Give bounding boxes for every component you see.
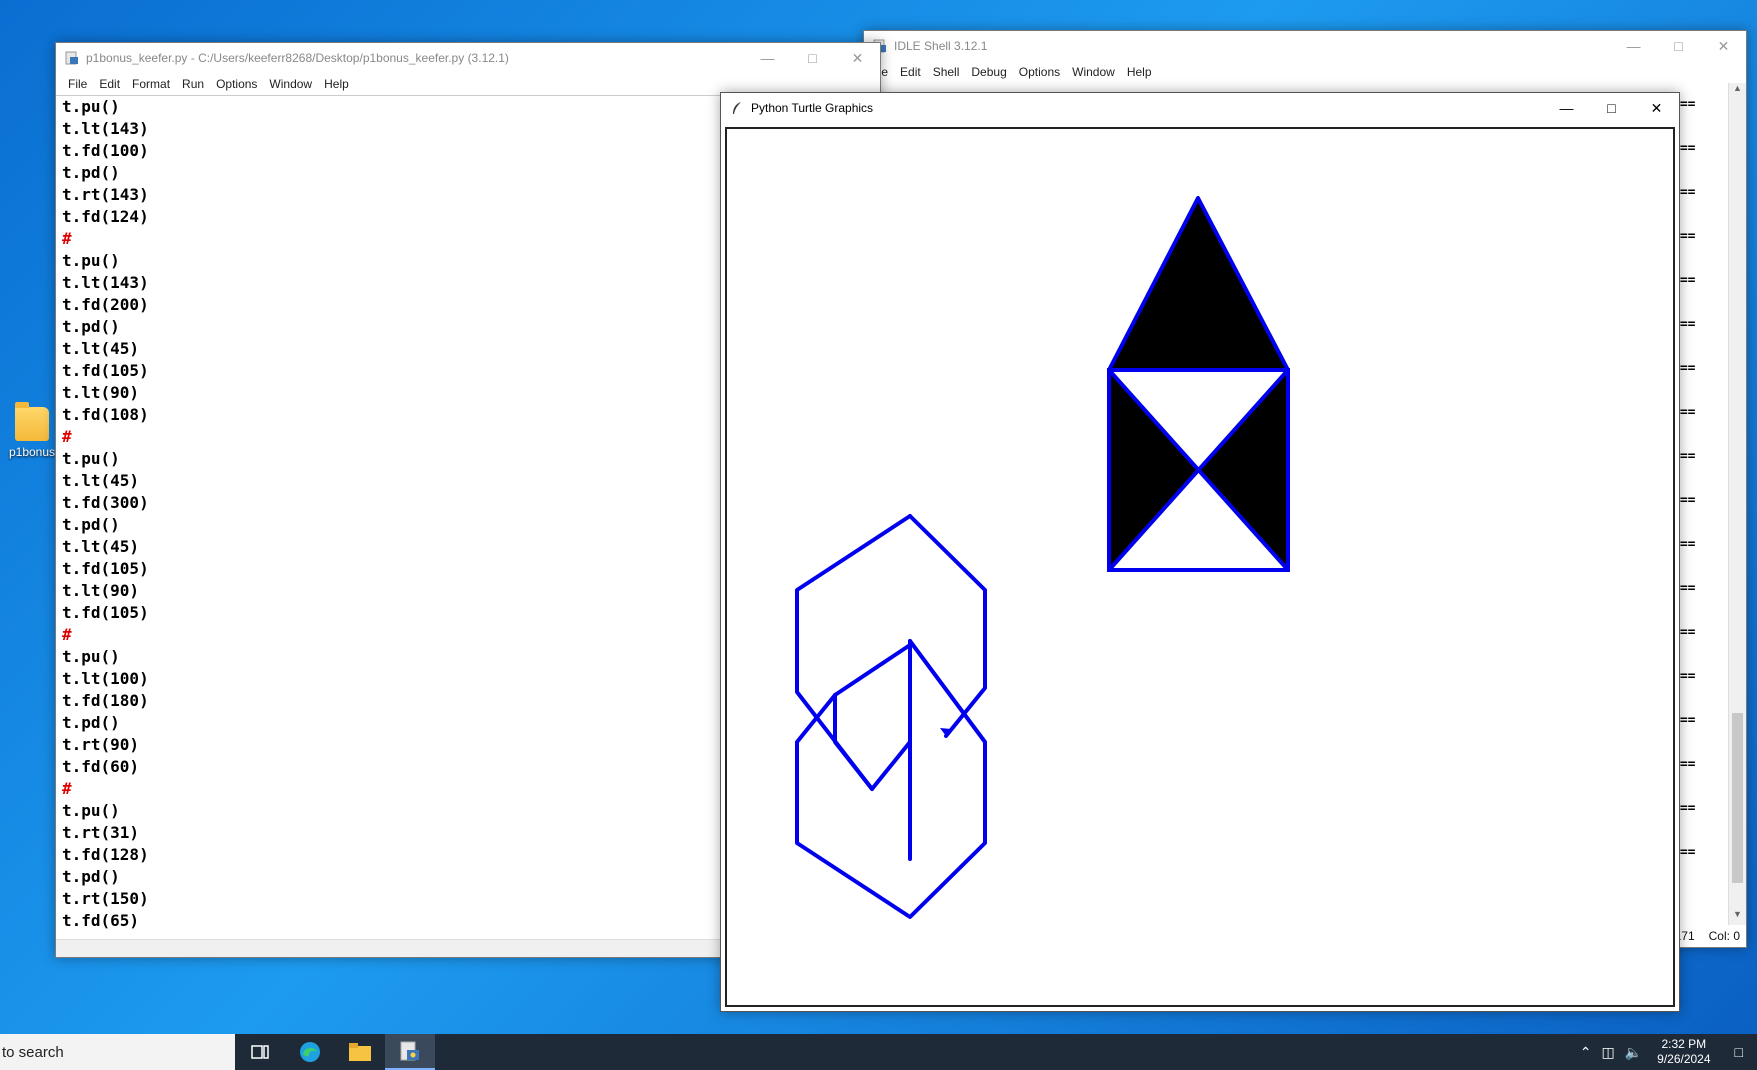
turtle-titlebar[interactable]: Python Turtle Graphics — □ ✕ [721, 93, 1679, 123]
close-button[interactable]: ✕ [1701, 31, 1746, 61]
search-placeholder: to search [2, 1043, 64, 1061]
volume-icon[interactable]: 🔈 [1620, 1044, 1647, 1061]
minimize-button[interactable]: — [1611, 31, 1656, 61]
close-button[interactable]: ✕ [835, 43, 880, 73]
shell-menu-edit[interactable]: Edit [894, 65, 927, 79]
clock-time: 2:32 PM [1661, 1037, 1707, 1051]
scrollbar-thumb[interactable] [1732, 713, 1743, 883]
s-shape [795, 514, 987, 919]
left-bowtie-triangle [1109, 370, 1198, 570]
taskbar-search[interactable]: to search [0, 1034, 235, 1070]
roof-triangle [1107, 196, 1290, 372]
turtle-drawing [795, 196, 1290, 919]
shell-titlebar[interactable]: IDLE Shell 3.12.1 — □ ✕ [864, 31, 1746, 61]
editor-menu-help[interactable]: Help [318, 77, 355, 91]
notifications-icon[interactable]: □ [1721, 1044, 1757, 1060]
file-explorer-icon[interactable] [335, 1034, 385, 1070]
shell-menu-debug[interactable]: Debug [965, 65, 1012, 79]
maximize-button[interactable]: □ [1656, 31, 1701, 61]
editor-title: p1bonus_keefer.py - C:/Users/keeferr8268… [86, 51, 509, 65]
task-view-icon[interactable] [235, 1034, 285, 1070]
editor-menu-run[interactable]: Run [176, 77, 210, 91]
shell-menu-shell[interactable]: Shell [927, 65, 966, 79]
editor-menu-edit[interactable]: Edit [93, 77, 126, 91]
turtle-window: Python Turtle Graphics — □ ✕ [720, 92, 1680, 1012]
minimize-button[interactable]: — [745, 43, 790, 73]
system-tray: ⌃ ◫ 🔈 2:32 PM 9/26/2024 □ [1575, 1034, 1757, 1070]
editor-menu-window[interactable]: Window [263, 77, 318, 91]
taskbar-clock[interactable]: 2:32 PM 9/26/2024 [1647, 1037, 1720, 1067]
editor-menu-options[interactable]: Options [210, 77, 263, 91]
network-icon[interactable]: ◫ [1596, 1044, 1619, 1061]
maximize-button[interactable]: □ [1589, 93, 1634, 123]
scroll-down-icon[interactable]: ▼ [1729, 909, 1746, 925]
shell-statusbar: 171 Col: 0 [1675, 925, 1746, 947]
shell-menubar: ile Edit Shell Debug Options Window Help [864, 61, 1746, 83]
editor-titlebar[interactable]: p1bonus_keefer.py - C:/Users/keeferr8268… [56, 43, 880, 73]
shell-title: IDLE Shell 3.12.1 [894, 39, 988, 53]
desktop-icon-label: p1bonus [8, 445, 56, 459]
idle-taskbar-icon[interactable] [385, 1034, 435, 1070]
shell-menu-window[interactable]: Window [1066, 65, 1121, 79]
shell-menu-options[interactable]: Options [1013, 65, 1066, 79]
chevron-up-icon[interactable]: ⌃ [1575, 1044, 1597, 1061]
turtle-canvas[interactable] [725, 127, 1675, 1007]
editor-menu-format[interactable]: Format [126, 77, 176, 91]
python-file-icon [64, 50, 80, 66]
maximize-button[interactable]: □ [790, 43, 835, 73]
edge-browser-icon[interactable] [285, 1034, 335, 1070]
clock-date: 9/26/2024 [1657, 1052, 1711, 1066]
shell-menu-help[interactable]: Help [1121, 65, 1158, 79]
folder-icon [15, 402, 49, 441]
close-button[interactable]: ✕ [1634, 93, 1679, 123]
shell-vertical-scrollbar[interactable]: ▲ ▼ [1728, 83, 1746, 925]
minimize-button[interactable]: — [1544, 93, 1589, 123]
scroll-up-icon[interactable]: ▲ [1729, 83, 1746, 99]
editor-menu-file[interactable]: File [62, 77, 93, 91]
turtle-title: Python Turtle Graphics [751, 101, 874, 115]
feather-icon [729, 100, 745, 116]
right-bowtie-triangle [1198, 370, 1288, 570]
status-col: Col: 0 [1708, 929, 1740, 943]
taskbar: to search ⌃ ◫ 🔈 2:32 PM 9/26/2024 □ [0, 1034, 1757, 1070]
